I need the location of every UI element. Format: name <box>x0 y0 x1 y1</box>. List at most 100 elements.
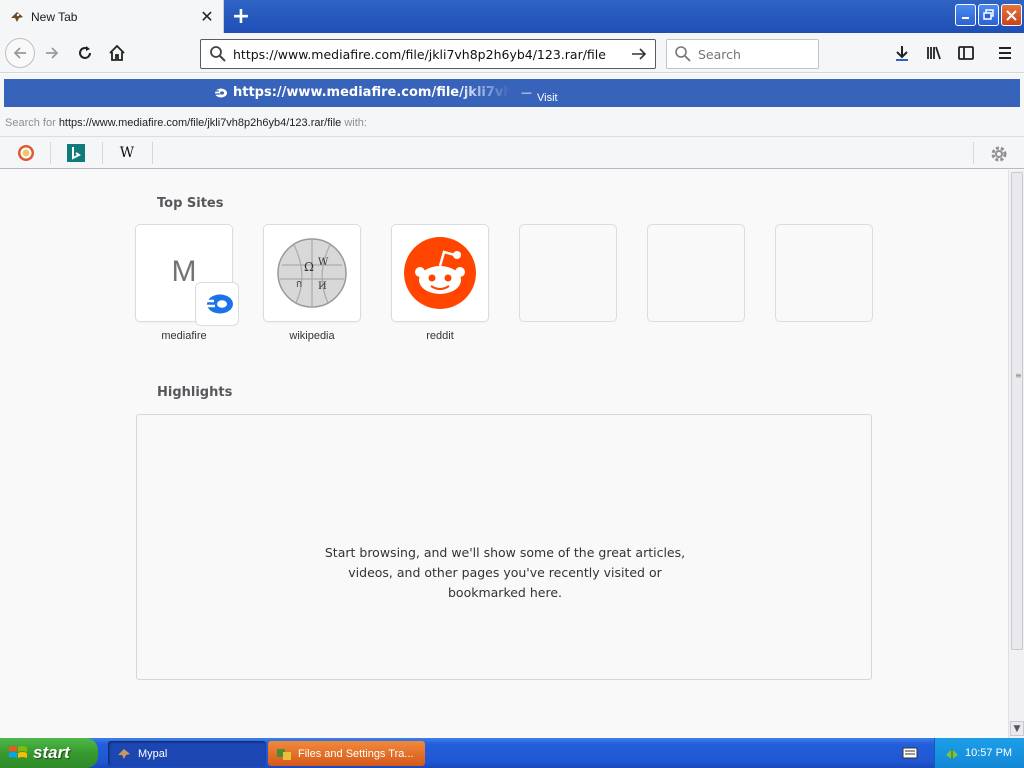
close-window-button[interactable] <box>1001 4 1022 26</box>
library-button[interactable] <box>920 39 948 67</box>
bing-engine-button[interactable] <box>66 143 86 163</box>
back-arrow-icon <box>13 47 26 59</box>
engine-divider <box>152 142 153 164</box>
top-site-tile-wikipedia[interactable]: Ω W ก И <box>264 225 360 321</box>
gear-icon[interactable] <box>988 143 1010 165</box>
autocomplete-url: https://www.mediafire.com/file/jkli7vh8p… <box>233 85 511 100</box>
hamburger-menu-icon <box>999 47 1011 59</box>
system-tray: 10:57 PM <box>934 738 1024 768</box>
tab-label: New Tab <box>31 9 78 24</box>
restore-icon <box>982 9 994 20</box>
restore-button[interactable] <box>978 4 999 26</box>
url-input[interactable] <box>233 46 627 62</box>
wikipedia-globe-icon: Ω W ก И <box>277 238 347 308</box>
mediafire-favicon-icon <box>213 88 227 98</box>
close-icon <box>1006 9 1017 21</box>
start-label: start <box>33 743 70 762</box>
top-sites-heading: Top Sites <box>157 196 224 211</box>
taskbar-item-transfer-wizard[interactable]: Files and Settings Tra... <box>268 741 425 766</box>
forward-arrow-icon <box>46 47 59 59</box>
menu-button[interactable] <box>991 39 1019 67</box>
new-tab-button[interactable]: + <box>228 4 254 29</box>
home-button[interactable] <box>103 39 131 67</box>
wikipedia-icon: W <box>119 145 135 161</box>
search-for-prefix: Search for <box>5 117 56 129</box>
scroll-down-button[interactable]: ▼ <box>1010 721 1024 736</box>
back-button[interactable] <box>5 38 35 68</box>
autocomplete-result-row[interactable]: https://www.mediafire.com/file/jkli7vh8p… <box>4 79 1020 107</box>
highlights-heading: Highlights <box>157 385 233 400</box>
duckduckgo-engine-button[interactable] <box>16 143 36 163</box>
task-label: Files and Settings Tra... <box>298 747 414 760</box>
svg-text:Ω: Ω <box>304 260 314 274</box>
sidebar-icon <box>958 46 974 60</box>
top-site-placeholder <box>776 225 872 321</box>
task-label: Mypal <box>138 747 168 760</box>
url-bar[interactable] <box>200 39 656 69</box>
top-site-placeholder <box>648 225 744 321</box>
go-button[interactable] <box>627 42 651 66</box>
top-site-tile-mediafire[interactable]: M <box>136 225 238 325</box>
search-for-suffix: with: <box>344 117 367 129</box>
autocomplete-action: Visit <box>537 92 558 104</box>
reddit-icon <box>404 237 476 309</box>
highlights-empty-message: Start browsing, and we'll show some of t… <box>324 545 686 600</box>
clock: 10:57 PM <box>965 747 1013 759</box>
windows-flag-icon <box>9 746 27 758</box>
search-input[interactable] <box>698 46 808 62</box>
minimize-button[interactable] <box>955 4 976 26</box>
taskbar-item-mypal[interactable]: Mypal <box>108 741 266 766</box>
reload-button[interactable] <box>71 39 99 67</box>
reload-icon <box>79 46 91 59</box>
close-tab-icon[interactable]: ✕ <box>199 7 215 26</box>
autocomplete-popup: https://www.mediafire.com/file/jkli7vh8p… <box>0 74 1024 169</box>
top-site-label: reddit <box>426 330 454 342</box>
search-for-query: https://www.mediafire.com/file/jkli7vh8p… <box>58 117 342 129</box>
go-arrow-icon <box>632 48 647 60</box>
mediafire-icon <box>201 294 233 314</box>
sidebar-button[interactable] <box>952 39 980 67</box>
top-site-label: mediafire <box>161 330 207 342</box>
home-icon <box>109 44 125 61</box>
duckduckgo-icon <box>18 145 34 161</box>
forward-button[interactable] <box>38 39 66 67</box>
mediafire-badge <box>196 283 238 325</box>
transfer-wizard-icon <box>277 748 291 760</box>
new-tab-page: Top Sites M mediafire Ω W ก И wikipedia <box>0 170 1008 738</box>
wikipedia-engine-button[interactable]: W <box>117 143 137 163</box>
search-for-line: Search for https://www.mediafire.com/fil… <box>5 117 367 129</box>
top-site-label: wikipedia <box>289 330 335 342</box>
windows-taskbar: start Mypal Files and Settings Tra... 10… <box>0 738 1024 768</box>
vertical-scrollbar[interactable]: ≡ ▼ <box>1008 170 1024 738</box>
scrollbar-thumb[interactable]: ≡ <box>1011 172 1023 650</box>
autocomplete-separator: — <box>521 86 532 99</box>
download-icon <box>896 46 908 61</box>
bing-icon <box>67 144 85 162</box>
search-icon <box>210 46 226 62</box>
engine-divider <box>973 142 974 164</box>
top-site-tile-reddit[interactable] <box>392 225 488 321</box>
top-site-placeholder <box>520 225 616 321</box>
engine-divider <box>102 142 103 164</box>
mypal-favicon-icon <box>11 11 23 22</box>
highlights-empty-box: Start browsing, and we'll show some of t… <box>136 414 872 680</box>
library-icon <box>927 46 941 60</box>
svg-text:ก: ก <box>296 279 302 290</box>
network-icon[interactable] <box>944 745 960 761</box>
tab-new-tab[interactable]: New Tab ✕ <box>0 0 224 33</box>
tab-strip: New Tab ✕ + <box>0 0 1024 33</box>
keyboard-icon[interactable] <box>902 746 918 760</box>
search-bar[interactable] <box>666 39 819 69</box>
svg-text:И: И <box>318 281 327 292</box>
downloads-button[interactable] <box>888 39 916 67</box>
navigation-toolbar <box>0 33 1024 73</box>
search-icon <box>675 46 691 62</box>
scroll-grip-icon: ≡ <box>1015 371 1022 380</box>
browser-window: New Tab ✕ + https://www.mediafire.com/fi… <box>0 0 1024 768</box>
svg-text:W: W <box>318 257 329 268</box>
search-engines-row: W <box>0 136 1024 168</box>
start-button[interactable]: start <box>0 738 98 768</box>
minimize-icon <box>961 17 969 19</box>
engine-divider <box>50 142 51 164</box>
mypal-icon <box>118 748 130 759</box>
